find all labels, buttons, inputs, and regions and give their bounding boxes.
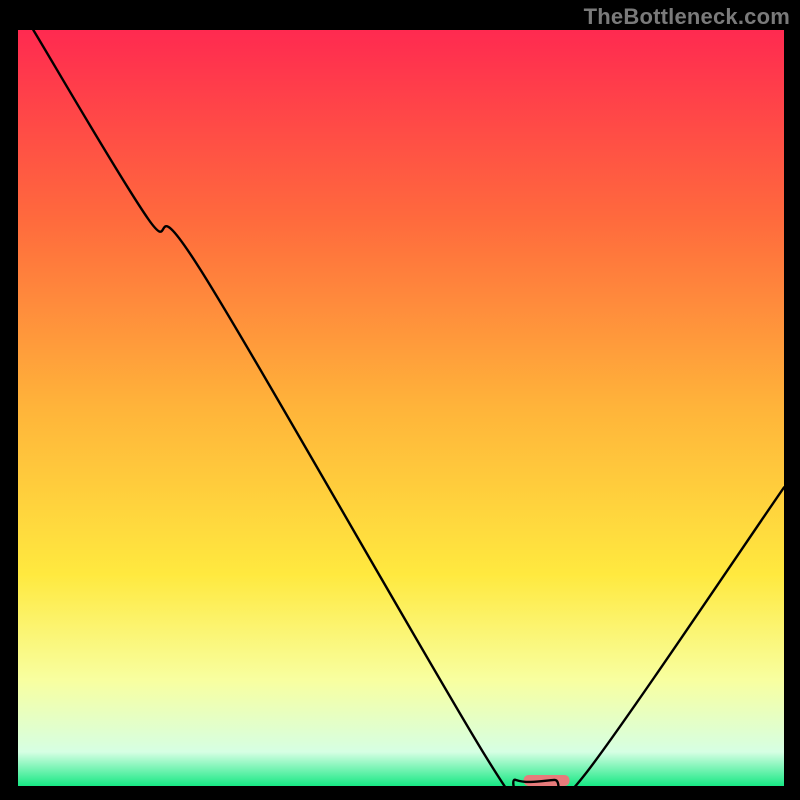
chart-frame: TheBottleneck.com bbox=[0, 0, 800, 800]
watermark-label: TheBottleneck.com bbox=[584, 4, 790, 30]
chart-plot-area bbox=[18, 30, 784, 786]
chart-background-gradient bbox=[18, 30, 784, 786]
chart-svg bbox=[18, 30, 784, 786]
